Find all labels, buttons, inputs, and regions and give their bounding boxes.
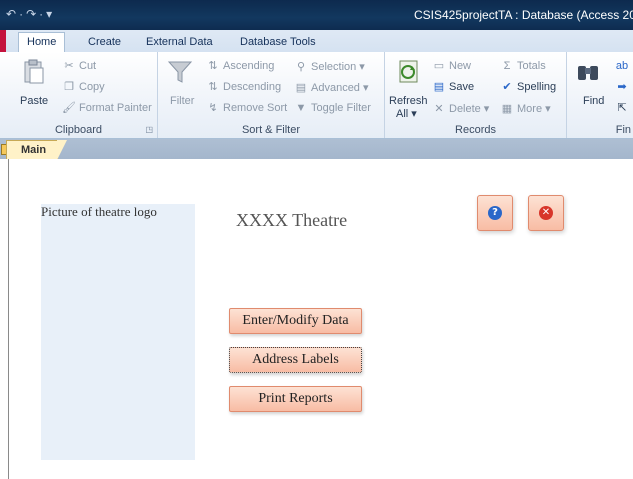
quick-access-toolbar: ↶ · ↷ · ▾ <box>6 7 52 21</box>
sigma-icon: Σ <box>503 60 511 72</box>
close-icon: ✕ <box>539 206 553 220</box>
descending-button[interactable]: ⇅ Descending <box>206 81 281 93</box>
title-bar: ↶ · ↷ · ▾ CSIS425projectTA : Database (A… <box>0 0 633 30</box>
copy-button[interactable]: ❐ Copy <box>62 81 105 93</box>
save-record-button[interactable]: ▤ Save <box>432 81 474 93</box>
group-label: Records <box>455 124 496 136</box>
group-label: Sort & Filter <box>241 124 301 136</box>
redo-icon[interactable]: ↷ <box>26 7 36 21</box>
address-labels-button[interactable]: Address Labels <box>229 347 362 373</box>
group-label: Clipboard <box>54 124 103 136</box>
refresh-icon[interactable] <box>395 58 423 86</box>
tab-create[interactable]: Create <box>80 33 129 52</box>
replace-icon[interactable]: ab <box>615 60 629 72</box>
theatre-name-label: XXXX Theatre <box>236 210 348 230</box>
close-form-button[interactable]: ✕ <box>528 195 564 231</box>
cut-button[interactable]: ✂ Cut <box>62 60 96 72</box>
office-button-edge[interactable] <box>0 30 6 52</box>
tab-external-data[interactable]: External Data <box>138 33 221 52</box>
spelling-check-icon: ✔ <box>502 81 512 93</box>
more-button[interactable]: ▦ More ▾ <box>500 102 551 116</box>
totals-button[interactable]: Σ Totals <box>500 60 546 72</box>
goto-arrow-icon[interactable]: ➡ <box>615 81 629 93</box>
select-cursor-icon[interactable]: ⇱ <box>615 102 629 114</box>
separator-icon: · <box>39 7 44 21</box>
tab-database-tools[interactable]: Database Tools <box>232 33 324 52</box>
customize-qat-icon[interactable]: ▾ <box>46 7 52 21</box>
document-tab-strip <box>0 139 633 159</box>
delete-record-button[interactable]: ✕ Delete ▾ <box>432 102 489 116</box>
refresh-dropdown[interactable]: All ▾ <box>396 107 417 120</box>
advanced-filter-icon: ▤ <box>295 81 307 94</box>
paste-button[interactable]: Paste <box>20 95 48 107</box>
sort-ascending-icon: ⇅ <box>208 60 218 72</box>
copy-icon: ❐ <box>64 81 74 93</box>
separator-icon: · <box>19 7 24 21</box>
help-icon: ? <box>488 206 502 220</box>
remove-sort-button[interactable]: ↯ Remove Sort <box>206 102 287 114</box>
dialog-launcher-icon[interactable]: ◳ <box>145 125 153 134</box>
new-record-button[interactable]: ▭ New <box>432 60 471 72</box>
help-button[interactable]: ? <box>477 195 513 231</box>
more-grid-icon: ▦ <box>501 102 513 115</box>
find-button[interactable]: Find <box>583 95 604 107</box>
undo-icon[interactable]: ↶ <box>6 7 16 21</box>
logo-placeholder-label: Picture of theatre logo <box>41 204 157 219</box>
remove-sort-icon: ↯ <box>208 102 218 114</box>
toggle-filter-icon: ▼ <box>295 102 307 114</box>
logo-placeholder-box <box>41 204 195 460</box>
selection-button[interactable]: ⚲ Selection ▾ <box>294 60 365 74</box>
group-label: Fin <box>615 124 631 136</box>
spelling-button[interactable]: ✔ Spelling <box>500 81 556 93</box>
save-icon: ▤ <box>433 81 445 93</box>
paste-icon[interactable] <box>20 58 48 86</box>
delete-x-icon: ✕ <box>434 102 444 115</box>
filter-button[interactable]: Filter <box>170 95 194 107</box>
toggle-filter-button[interactable]: ▼ Toggle Filter <box>294 102 371 114</box>
filter-funnel-icon[interactable] <box>166 58 194 86</box>
tab-home[interactable]: Home <box>18 32 66 53</box>
format-painter-button[interactable]: 🖌 Format Painter <box>62 102 152 114</box>
new-record-icon: ▭ <box>433 60 445 72</box>
enter-modify-data-button[interactable]: Enter/Modify Data <box>229 308 362 334</box>
selection-filter-icon: ⚲ <box>296 60 306 73</box>
brush-icon: 🖌 <box>62 102 76 114</box>
refresh-button[interactable]: Refresh <box>389 95 428 107</box>
window-title: CSIS425projectTA : Database (Access 2007… <box>414 8 633 22</box>
sort-descending-icon: ⇅ <box>208 81 218 93</box>
advanced-button[interactable]: ▤ Advanced ▾ <box>294 81 369 95</box>
tab-main-form[interactable]: Main <box>6 140 67 160</box>
print-reports-button[interactable]: Print Reports <box>229 386 362 412</box>
scissors-icon: ✂ <box>64 60 74 72</box>
ascending-button[interactable]: ⇅ Ascending <box>206 60 274 72</box>
binoculars-icon[interactable] <box>574 58 602 86</box>
